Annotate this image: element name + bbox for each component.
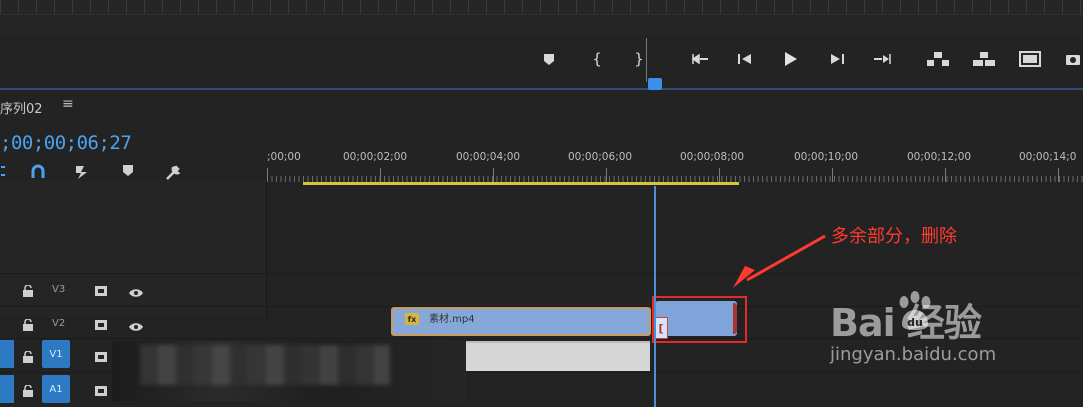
track-label-a1: A1	[49, 383, 63, 395]
source-patch-v1[interactable]	[0, 340, 14, 368]
lock-icon[interactable]	[22, 348, 34, 367]
source-patch-a1[interactable]	[0, 375, 14, 403]
header-separator	[266, 180, 267, 317]
ruler-label: 00;00;12;00	[907, 151, 972, 163]
ruler-label: 00;00;10;00	[794, 151, 859, 163]
ruler-major-tick	[832, 168, 833, 182]
export-frame-button[interactable]	[1064, 46, 1082, 72]
go-to-out-icon	[874, 54, 891, 64]
sequence-tab[interactable]: 序列02	[0, 98, 43, 117]
safe-margins-button[interactable]	[1016, 46, 1044, 72]
go-to-out-button[interactable]	[870, 46, 894, 72]
playhead-line[interactable]	[654, 186, 656, 407]
ruler-major-tick	[267, 168, 268, 182]
ruler-baseline	[0, 14, 1083, 15]
annotation-text: 多余部分，删除	[831, 226, 957, 247]
track-label-v2: V2	[52, 318, 66, 329]
track-target-v1[interactable]: V1	[42, 340, 70, 368]
blurred-clip-thumbnails	[140, 345, 390, 385]
track-label-v3: V3	[52, 284, 66, 295]
step-forward-icon	[831, 54, 844, 64]
sync-lock-icon[interactable]	[94, 316, 108, 335]
lock-icon[interactable]	[22, 282, 34, 301]
go-to-in-icon	[691, 53, 708, 65]
ruler-label: 00;00;08;00	[680, 151, 745, 163]
marker-icon	[544, 53, 554, 65]
work-area-bar[interactable]	[303, 182, 739, 185]
extract-button[interactable]	[970, 46, 998, 72]
ruler-major-tick	[1058, 168, 1059, 182]
panel-menu-icon[interactable]: ≡	[62, 96, 74, 112]
playhead-handle[interactable]	[648, 78, 662, 90]
add-marker-button[interactable]	[540, 46, 558, 72]
track-label-v1: V1	[49, 348, 63, 360]
annotation-highlight-box	[652, 296, 747, 343]
paw-icon: du	[899, 291, 931, 330]
ruler-label: 00;00;04;00	[456, 151, 521, 163]
sync-lock-icon[interactable]	[94, 382, 108, 401]
play-button[interactable]	[780, 46, 802, 72]
ruler-label: 00;00;06;00	[568, 151, 633, 163]
extract-icon	[973, 52, 995, 66]
fx-badge[interactable]: fx	[405, 313, 419, 325]
add-marker-icon[interactable]	[122, 164, 134, 181]
step-back-icon	[738, 54, 751, 64]
ruler-label: ;00;00	[267, 151, 301, 163]
eye-icon[interactable]	[128, 283, 144, 302]
lock-icon[interactable]	[22, 382, 34, 401]
svg-text:du: du	[907, 316, 923, 329]
watermark-url: jingyan.baidu.com	[830, 344, 997, 365]
eye-icon[interactable]	[128, 317, 144, 336]
lock-icon[interactable]	[22, 316, 34, 335]
camera-icon	[1066, 55, 1080, 65]
ruler-label: 00;00;02;00	[343, 151, 408, 163]
mark-in-button[interactable]: {	[588, 46, 606, 72]
track-target-a1[interactable]: A1	[42, 375, 70, 403]
ruler-major-tick	[606, 168, 607, 182]
ruler-major-tick	[493, 168, 494, 182]
step-forward-button[interactable]	[826, 46, 848, 72]
sync-lock-icon[interactable]	[94, 282, 108, 301]
ruler-major-tick	[719, 168, 720, 182]
clip-v2-main[interactable]: fx 素材.mp4	[391, 307, 651, 336]
clip-name: 素材.mp4	[429, 314, 475, 325]
step-back-button[interactable]	[734, 46, 756, 72]
ruler-major-tick	[380, 168, 381, 182]
time-ruler[interactable]: ;00;00 00;00;02;00 00;00;04;00 00;00;06;…	[267, 148, 1083, 186]
play-icon	[785, 52, 797, 66]
playhead-timecode[interactable]: ;00;00;06;27	[0, 132, 132, 154]
go-to-in-button[interactable]	[688, 46, 712, 72]
lift-button[interactable]	[924, 46, 952, 72]
sync-lock-icon[interactable]	[94, 348, 108, 367]
source-monitor-ruler	[0, 0, 1083, 34]
track-separator	[0, 273, 1083, 274]
ruler-ticks	[0, 0, 1083, 14]
annotation-arrow	[733, 234, 826, 288]
ruler-major-tick	[945, 168, 946, 182]
lift-icon	[927, 52, 949, 66]
ruler-label: 00;00;14;0	[1019, 151, 1077, 163]
safe-margins-icon	[1019, 51, 1041, 67]
transport-bar: { }	[0, 34, 1083, 88]
playhead-guide	[646, 38, 647, 82]
